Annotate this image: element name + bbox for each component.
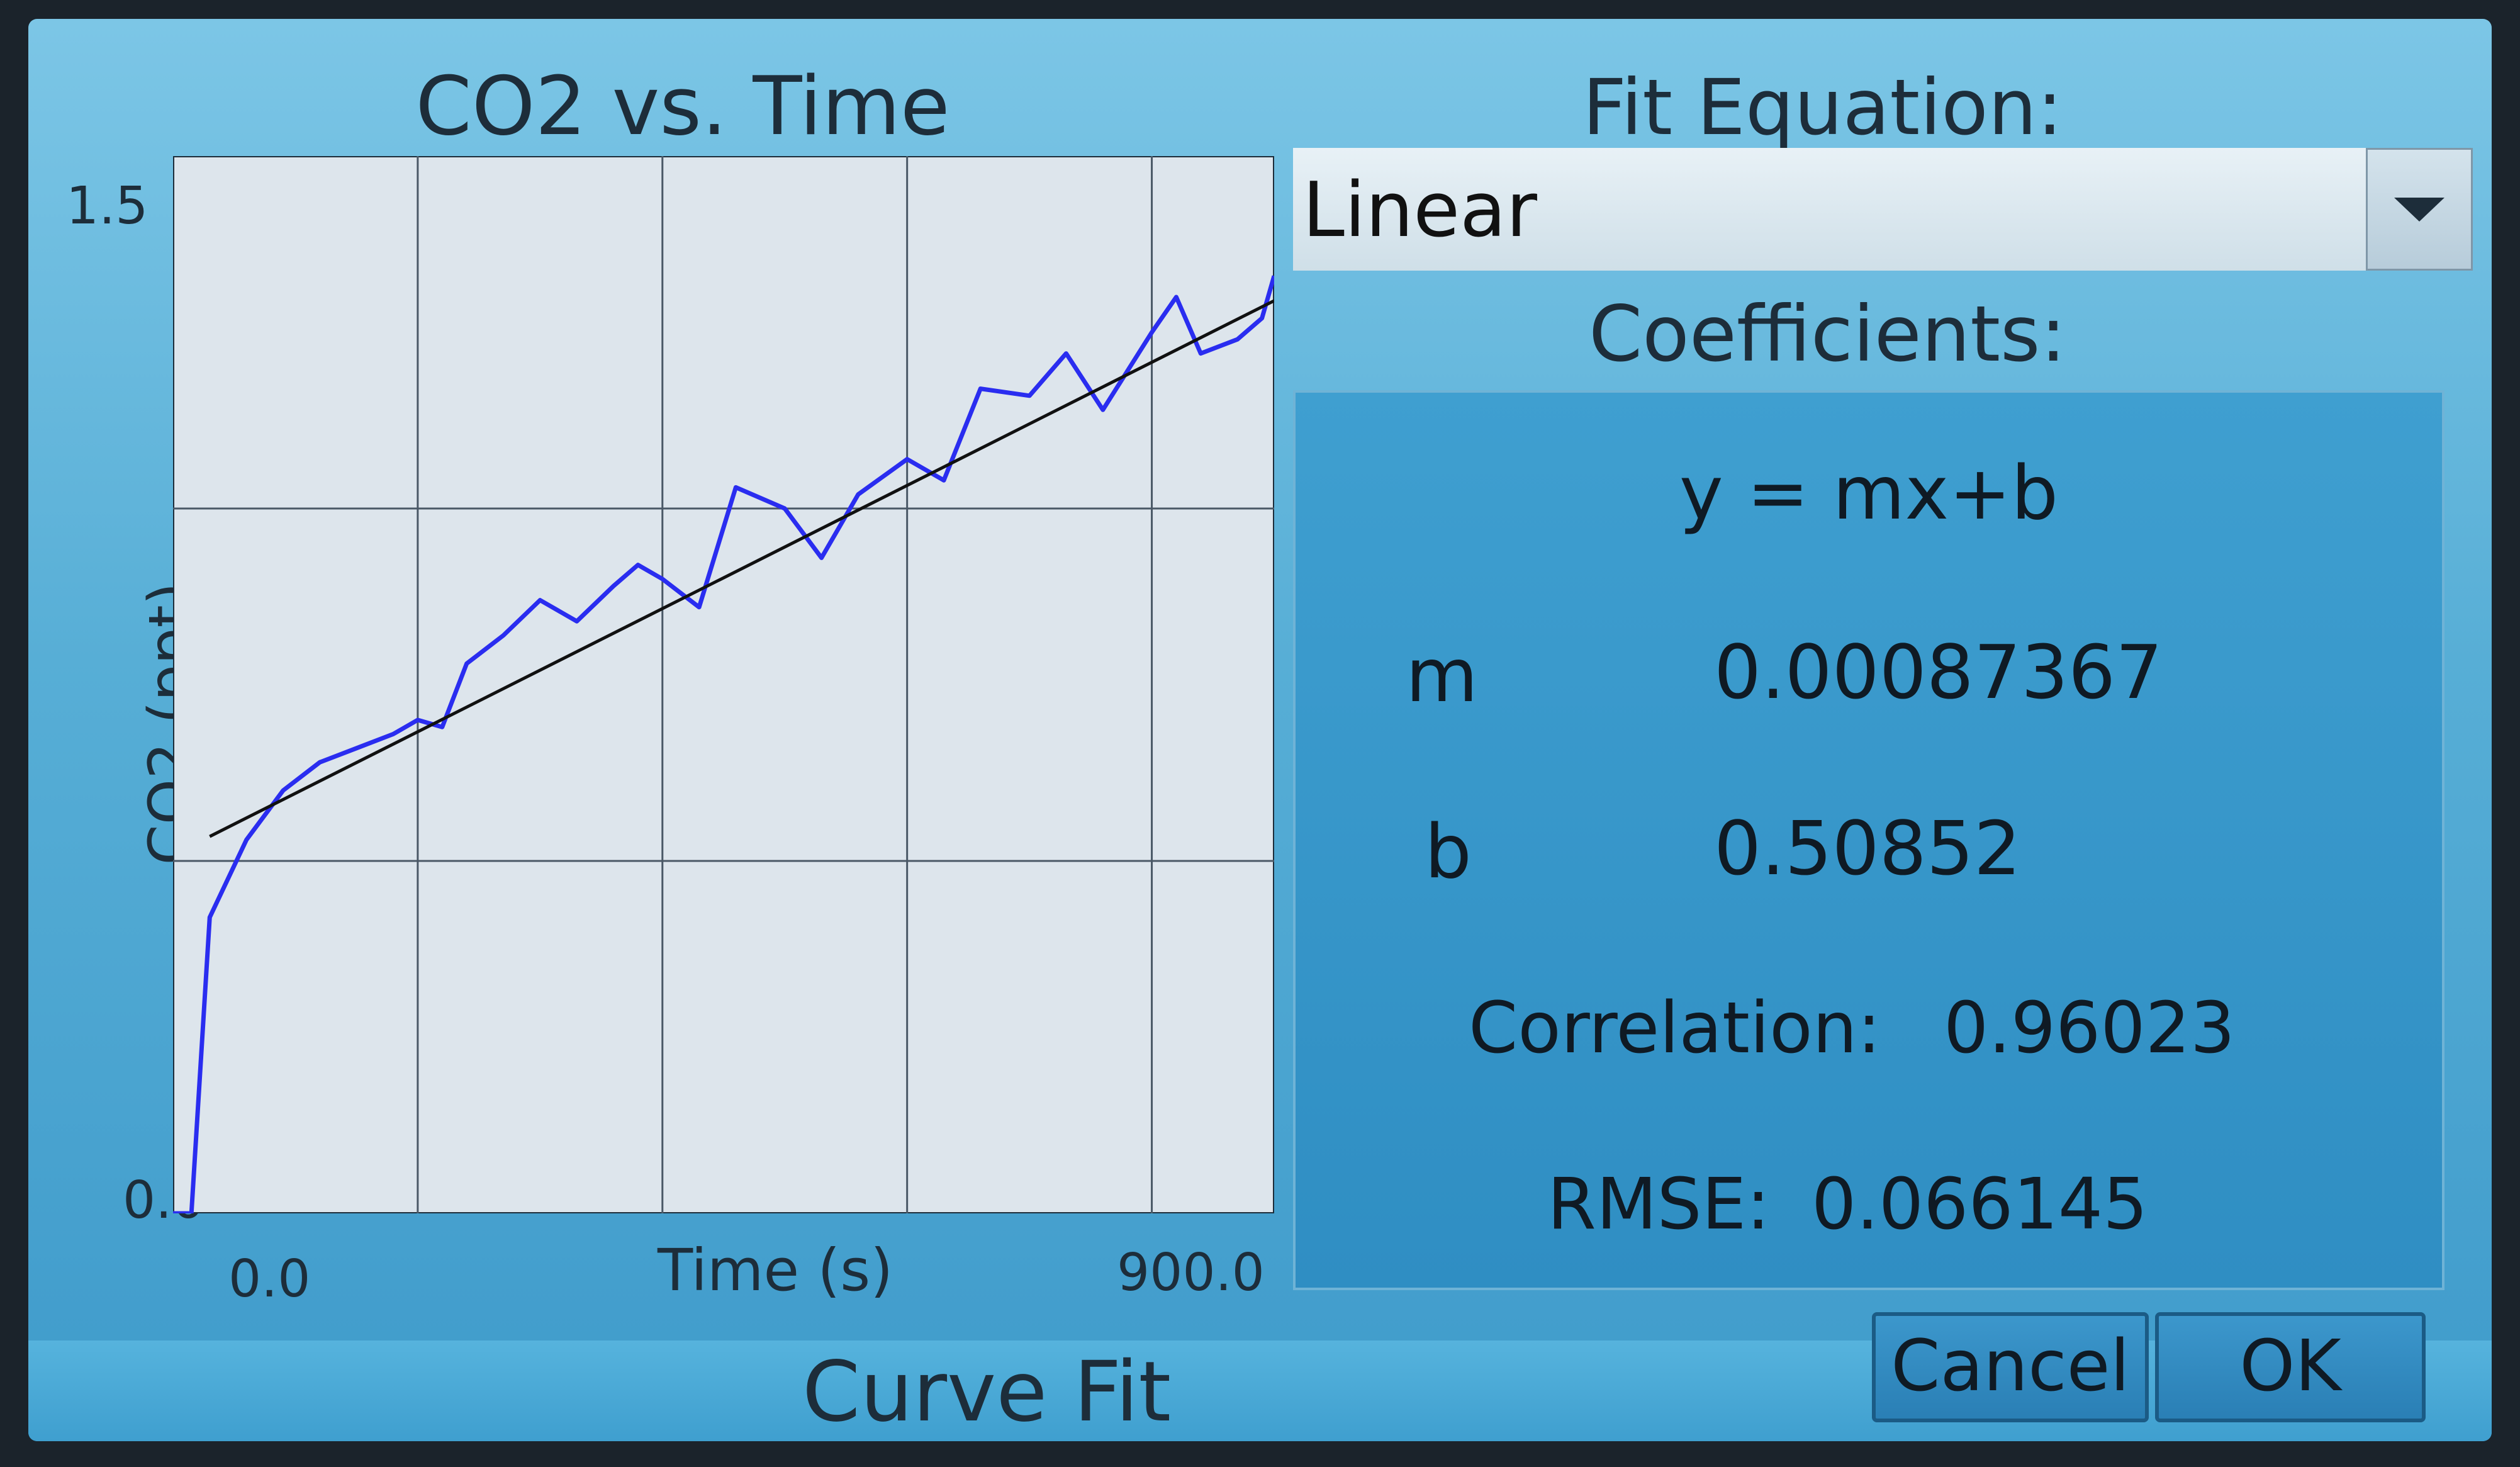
dropdown-button[interactable]	[2366, 148, 2473, 271]
m-value: 0.00087367	[1714, 629, 2163, 716]
fit-equation-dropdown[interactable]: Linear	[1293, 148, 2473, 271]
fit-equation-value: Linear	[1302, 167, 1537, 254]
correlation-label: Correlation:	[1469, 987, 1881, 1069]
b-value: 0.50852	[1714, 805, 2021, 892]
chart-title: CO2 vs. Time	[415, 60, 950, 154]
x-tick-min: 0.0	[228, 1249, 311, 1309]
curve-fit-screen: CO2 vs. Time 1.5 0.0 CO2 (ppt) 0.0 Time …	[28, 19, 2492, 1441]
ok-button[interactable]: OK	[2155, 1312, 2426, 1422]
screen-title: Curve Fit	[802, 1344, 1172, 1441]
m-label: m	[1406, 632, 1478, 719]
b-label: b	[1425, 808, 1472, 895]
plot-area	[173, 156, 1274, 1213]
y-tick-max: 1.5	[66, 176, 148, 236]
coefficients-label: Coefficients:	[1589, 289, 2066, 379]
fit-equation-label: Fit Equation:	[1582, 63, 2063, 152]
rmse-label: RMSE:	[1547, 1164, 1771, 1245]
coefficients-panel: y = mx+b m 0.00087367 b 0.50852 Correlat…	[1293, 390, 2444, 1290]
equation-text: y = mx+b	[1679, 449, 2059, 536]
cancel-button[interactable]: Cancel	[1872, 1312, 2149, 1422]
correlation-value: 0.96023	[1944, 987, 2236, 1069]
x-tick-max: 900.0	[1117, 1243, 1265, 1303]
chevron-down-icon	[2394, 197, 2444, 222]
x-axis-label: Time (s)	[658, 1237, 893, 1304]
co2-time-plot[interactable]	[173, 156, 1274, 1213]
rmse-value: 0.066145	[1812, 1164, 2148, 1245]
